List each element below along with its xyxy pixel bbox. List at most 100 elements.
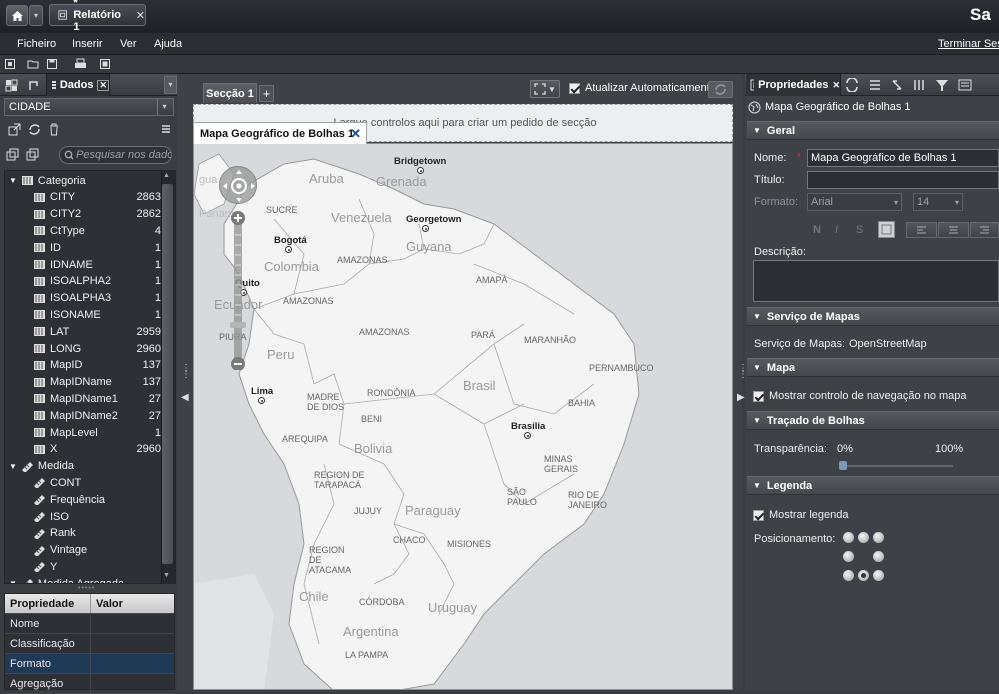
tree-item[interactable]: IDNAME 1 bbox=[5, 256, 162, 273]
add-data-button[interactable] bbox=[6, 121, 22, 137]
splitter-grip[interactable]: ••••• bbox=[78, 585, 95, 592]
table-row[interactable]: Agregação bbox=[5, 674, 174, 694]
map-pan-control[interactable] bbox=[219, 166, 257, 204]
section-servico-header[interactable]: ▼ Serviço de Mapas bbox=[747, 307, 999, 326]
rank-tab[interactable] bbox=[910, 76, 928, 94]
tree-item[interactable]: ISONAME 1 bbox=[5, 306, 162, 323]
map-zoom-slider[interactable] bbox=[230, 210, 246, 371]
nome-input[interactable]: Mapa Geográfico de Bolhas 1 bbox=[807, 149, 999, 167]
tree-item[interactable]: CtType 4 bbox=[5, 222, 162, 239]
tree-item[interactable]: MapIDName 137 bbox=[5, 374, 162, 391]
tree-item[interactable]: MapLevel 1 bbox=[5, 424, 162, 441]
roles-tab[interactable] bbox=[866, 76, 884, 94]
bold-button[interactable]: N bbox=[813, 224, 821, 236]
align-left-button[interactable] bbox=[906, 222, 937, 238]
tree-item[interactable]: LAT 2959 bbox=[5, 323, 162, 340]
legend-position-middle-left[interactable] bbox=[843, 551, 854, 562]
logout-link[interactable]: Terminar Ses bbox=[938, 38, 999, 50]
show-nav-control-checkbox[interactable] bbox=[753, 390, 764, 402]
table-row[interactable]: Nome bbox=[5, 614, 174, 634]
section-legenda-header[interactable]: ▼ Legenda bbox=[747, 476, 999, 495]
view-size-button[interactable]: ▼ bbox=[530, 80, 560, 98]
delete-data-button[interactable] bbox=[46, 121, 62, 137]
menu-ficheiro[interactable]: Ficheiro bbox=[17, 38, 56, 50]
tree-item[interactable]: ISO bbox=[5, 508, 162, 525]
home-button[interactable] bbox=[6, 5, 28, 26]
expand-all-button[interactable] bbox=[4, 146, 20, 162]
collapse-all-button[interactable] bbox=[24, 146, 40, 162]
print-button[interactable] bbox=[72, 56, 88, 72]
legend-position-bottom-left[interactable] bbox=[843, 570, 854, 581]
transparency-slider-thumb[interactable] bbox=[839, 461, 847, 470]
open-button[interactable] bbox=[25, 56, 41, 72]
collapse-right-icon[interactable]: ▶ bbox=[737, 392, 745, 403]
tree-item[interactable]: ID 1 bbox=[5, 239, 162, 256]
font-family-select[interactable]: Arial ▾ bbox=[807, 193, 902, 211]
tree-item[interactable]: LONG 2960 bbox=[5, 340, 162, 357]
titulo-input[interactable] bbox=[807, 171, 999, 189]
fullscreen-button[interactable] bbox=[97, 56, 113, 72]
styles-tab[interactable] bbox=[843, 76, 861, 94]
left-splitter-grip[interactable]: ⋮ ⋮ bbox=[181, 364, 191, 380]
new-report-button[interactable] bbox=[2, 56, 18, 72]
legend-position-middle-right[interactable] bbox=[873, 551, 884, 562]
legend-position-bottom-center[interactable] bbox=[858, 570, 869, 581]
legend-position-top-left[interactable] bbox=[843, 532, 854, 543]
collapse-left-icon[interactable]: ◀ bbox=[181, 392, 189, 403]
data-menu-button[interactable] bbox=[158, 121, 174, 137]
bubble-map-view[interactable]: gua Panam Aruba Grenada Venezuela Guyana… bbox=[193, 143, 733, 690]
tree-item[interactable]: Y bbox=[5, 558, 162, 575]
interactions-tab[interactable] bbox=[888, 76, 906, 94]
close-dados-tab-icon[interactable]: ✕ bbox=[97, 79, 109, 91]
report-document-tab[interactable]: * Relatório 1 ✕ bbox=[49, 0, 146, 33]
tree-item[interactable]: Rank bbox=[5, 525, 162, 542]
descricao-textarea[interactable] bbox=[753, 260, 999, 302]
tree-group-medida[interactable]: ▼ Medida bbox=[5, 458, 162, 475]
tree-item[interactable]: MapID 137 bbox=[5, 357, 162, 374]
tree-item[interactable]: CITY 2863 bbox=[5, 189, 162, 206]
menu-ver[interactable]: Ver bbox=[120, 38, 137, 50]
menu-inserir[interactable]: Inserir bbox=[72, 38, 103, 50]
show-legend-checkbox[interactable] bbox=[753, 509, 764, 521]
close-tab-icon[interactable]: ✕ bbox=[136, 9, 145, 22]
legend-position-top-center[interactable] bbox=[858, 532, 869, 543]
scroll-down-icon[interactable]: ▼ bbox=[163, 572, 170, 579]
tree-group-medida-agregada[interactable]: ▼ Medida Agregada bbox=[5, 575, 162, 583]
menu-ajuda[interactable]: Ajuda bbox=[154, 38, 182, 50]
left-pane-menu-button[interactable]: ▾ bbox=[164, 76, 177, 94]
tree-group-categoria[interactable]: ▼ Categoria bbox=[5, 172, 162, 189]
close-properties-tab-icon[interactable]: ✕ bbox=[832, 80, 840, 91]
add-section-button[interactable]: + bbox=[259, 85, 274, 102]
close-map-icon[interactable]: ✕ bbox=[350, 126, 361, 142]
tree-item[interactable]: CONT bbox=[5, 474, 162, 491]
table-row-selected[interactable]: Formato bbox=[5, 654, 174, 674]
tree-item[interactable]: X 2960 bbox=[5, 441, 162, 458]
save-button[interactable] bbox=[44, 56, 60, 72]
objects-tab[interactable] bbox=[3, 77, 19, 93]
legend-position-bottom-right[interactable] bbox=[873, 570, 884, 581]
data-source-select[interactable]: CIDADE ▾ bbox=[4, 98, 174, 116]
tree-item[interactable]: MapIDName1 27 bbox=[5, 390, 162, 407]
scroll-up-icon[interactable]: ▲ bbox=[163, 172, 170, 179]
align-right-button[interactable] bbox=[970, 222, 999, 238]
refresh-button[interactable] bbox=[708, 81, 733, 98]
right-splitter-grip[interactable]: ⋮ ⋮ bbox=[738, 364, 748, 380]
section-geral-header[interactable]: ▼ Geral bbox=[747, 121, 999, 140]
align-center-button[interactable] bbox=[938, 222, 969, 238]
display-rules-tab[interactable] bbox=[956, 76, 974, 94]
tree-scrollbar-thumb[interactable] bbox=[162, 184, 173, 564]
refresh-data-button[interactable] bbox=[26, 121, 42, 137]
tree-item[interactable]: Vintage bbox=[5, 542, 162, 559]
section-tracado-header[interactable]: ▼ Traçado de Bolhas bbox=[747, 411, 999, 430]
strikethrough-button[interactable]: S bbox=[856, 224, 863, 236]
font-size-select[interactable]: 14 ▾ bbox=[913, 193, 963, 211]
show-nav-control-toggle[interactable]: Mostrar controlo de navegação no mapa bbox=[753, 390, 967, 402]
properties-tab[interactable]: Propriedades ✕ bbox=[746, 74, 841, 96]
tree-item[interactable]: ISOALPHA2 1 bbox=[5, 273, 162, 290]
legend-position-top-right[interactable] bbox=[873, 532, 884, 543]
table-row[interactable]: Classificação bbox=[5, 634, 174, 654]
section-mapa-header[interactable]: ▼ Mapa bbox=[747, 358, 999, 377]
imported-tab[interactable] bbox=[25, 77, 41, 93]
tree-item[interactable]: CITY2 2862 bbox=[5, 206, 162, 223]
section-tab[interactable]: Secção 1 bbox=[203, 83, 257, 103]
